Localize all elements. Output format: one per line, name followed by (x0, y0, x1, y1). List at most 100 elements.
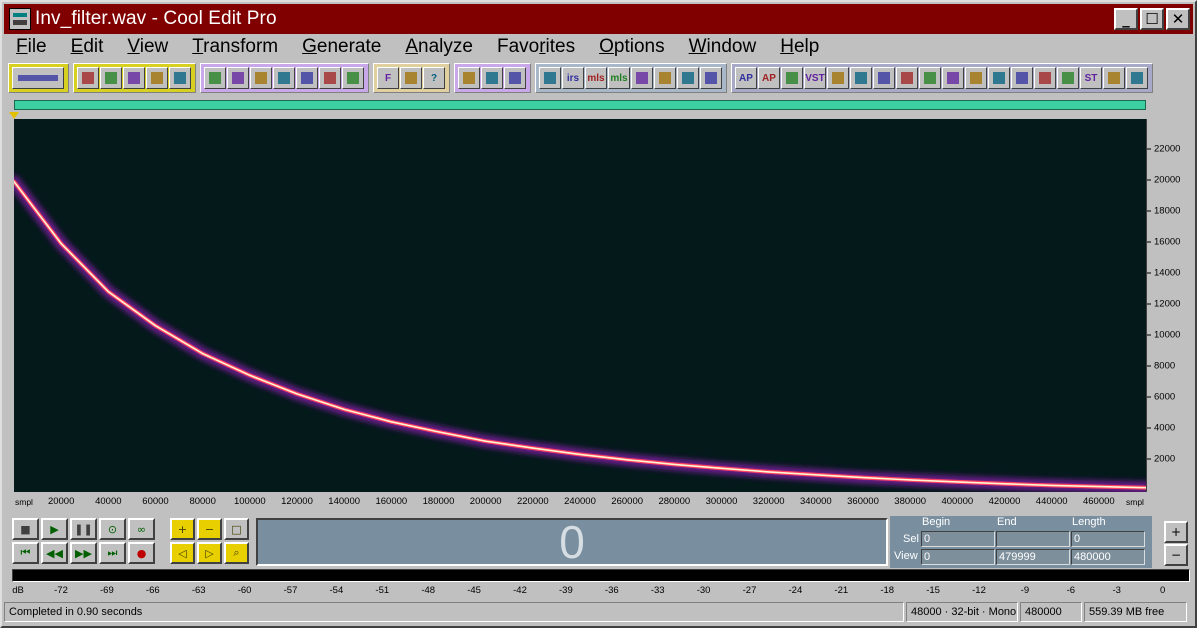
level-tick-label: -3 (1112, 585, 1121, 596)
vst-icon[interactable]: VST (804, 67, 826, 89)
window-title: Inv_filter.wav - Cool Edit Pro (35, 8, 277, 29)
goto-start-icon[interactable]: ⏮ (12, 542, 39, 564)
paste-icon[interactable] (250, 67, 272, 89)
bomb-icon[interactable] (1011, 67, 1033, 89)
close-button[interactable]: ✕ (1166, 8, 1190, 30)
sel-end-field[interactable] (996, 531, 1070, 547)
status-message: Completed in 0.90 seconds (4, 602, 904, 622)
start-marker[interactable] (9, 112, 19, 119)
save-all-icon[interactable] (169, 67, 191, 89)
fast-forward-icon[interactable]: ▶▶ (70, 542, 97, 564)
script2-icon[interactable] (654, 67, 676, 89)
menu-analyze[interactable]: Analyze (393, 36, 485, 58)
mark-icon[interactable] (700, 67, 722, 89)
view-length-field[interactable]: 480000 (1071, 549, 1145, 565)
mls-icon[interactable]: mls (585, 67, 607, 89)
zoom-selection-icon[interactable]: ⌕ (224, 542, 249, 564)
x-unit-left: smpl (15, 497, 33, 507)
chorus-icon[interactable] (965, 67, 987, 89)
sel-begin-field[interactable]: 0 (921, 531, 995, 547)
stop-icon[interactable]: ■ (12, 518, 39, 540)
zoom-full-icon[interactable] (504, 67, 526, 89)
menu-help[interactable]: Help (768, 36, 831, 58)
zoom-in-vertical-icon[interactable]: + (1164, 521, 1188, 543)
menu-edit[interactable]: Edit (59, 36, 116, 58)
end-header: End (997, 516, 1017, 528)
maximize-button[interactable]: ☐ (1140, 8, 1164, 30)
goto-end-icon[interactable]: ⏭ (99, 542, 126, 564)
eq-icon[interactable] (919, 67, 941, 89)
sample-axis: smpl 20000 40000 60000 80000 100000 120000 1400… (14, 494, 1146, 508)
pause-icon[interactable]: ❚❚ (70, 518, 97, 540)
cross-icon[interactable] (827, 67, 849, 89)
irs-icon[interactable]: irs (562, 67, 584, 89)
waveform-view-icon[interactable] (12, 67, 64, 89)
play-icon[interactable]: ▶ (41, 518, 68, 540)
menu-options[interactable]: Options (587, 36, 676, 58)
title-bar[interactable]: Inv_filter.wav - Cool Edit Pro _ ☐ ✕ (4, 4, 1193, 34)
zoom-full-icon[interactable]: □ (224, 518, 249, 540)
stereo-icon[interactable] (988, 67, 1010, 89)
ap-icon[interactable]: AP (735, 67, 757, 89)
zoom-sel-icon[interactable] (481, 67, 503, 89)
echo-icon[interactable] (781, 67, 803, 89)
script-icon[interactable] (400, 67, 422, 89)
x-tick-label: 20000 (47, 496, 75, 507)
save-icon[interactable] (123, 67, 145, 89)
save-as-icon[interactable] (146, 67, 168, 89)
sine-icon[interactable] (1103, 67, 1125, 89)
copy-icon[interactable] (227, 67, 249, 89)
sweep-icon[interactable] (850, 67, 872, 89)
dot-icon[interactable] (1057, 67, 1079, 89)
zoom-right-icon[interactable]: ▷ (197, 542, 222, 564)
cut-icon[interactable] (204, 67, 226, 89)
cd-icon[interactable] (342, 67, 364, 89)
level-tick-label: -72 (54, 585, 68, 596)
trim-icon[interactable] (319, 67, 341, 89)
x-tick-label: 100000 (233, 496, 266, 507)
y-tick-label: 4000 (1147, 423, 1175, 434)
overview-bar[interactable] (14, 100, 1146, 110)
open-file-icon[interactable] (100, 67, 122, 89)
zoom-in-icon[interactable]: + (170, 518, 195, 540)
mls2-icon[interactable]: mls (608, 67, 630, 89)
help-icon[interactable]: ? (423, 67, 445, 89)
view-end-field[interactable]: 479999 (996, 549, 1070, 565)
envelope-icon[interactable] (677, 67, 699, 89)
y-tick-label: 22000 (1147, 144, 1180, 155)
selection-panel: Begin End Length Sel 0 0 View 0 479999 4… (890, 516, 1152, 568)
rewind-icon[interactable]: ◀◀ (41, 542, 68, 564)
menu-view[interactable]: View (115, 36, 180, 58)
new-file-icon[interactable] (77, 67, 99, 89)
st-icon[interactable]: ST (1080, 67, 1102, 89)
play-to-end-icon[interactable]: ⊙ (99, 518, 126, 540)
zoom-out-vertical-icon[interactable]: − (1164, 544, 1188, 566)
toolbar-group (73, 63, 196, 93)
pitch-icon[interactable] (942, 67, 964, 89)
zoom-out-icon[interactable]: − (197, 518, 222, 540)
stats-icon[interactable] (539, 67, 561, 89)
menu-transform[interactable]: Transform (180, 36, 290, 58)
minimize-button[interactable]: _ (1114, 8, 1138, 30)
app-icon[interactable] (9, 8, 31, 30)
record-icon[interactable]: ● (128, 542, 155, 564)
menu-window[interactable]: Window (677, 36, 769, 58)
loop-icon[interactable]: ∞ (128, 518, 155, 540)
amp-icon[interactable] (1034, 67, 1056, 89)
menu-favorites[interactable]: Favorites (485, 36, 587, 58)
spectral-view-icon[interactable] (458, 67, 480, 89)
brain-icon[interactable] (1126, 67, 1148, 89)
mix-paste-icon[interactable] (296, 67, 318, 89)
tf-icon[interactable] (896, 67, 918, 89)
ap2-icon[interactable]: AP (758, 67, 780, 89)
noise-icon[interactable] (873, 67, 895, 89)
favorites-icon[interactable]: F (377, 67, 399, 89)
view-begin-field[interactable]: 0 (921, 549, 995, 565)
vu-icon[interactable] (631, 67, 653, 89)
sel-length-field[interactable]: 0 (1071, 531, 1145, 547)
menu-generate[interactable]: Generate (290, 36, 393, 58)
zoom-left-icon[interactable]: ◁ (170, 542, 195, 564)
spectral-view[interactable] (8, 119, 1152, 494)
paste-new-icon[interactable] (273, 67, 295, 89)
menu-file[interactable]: File (4, 36, 59, 58)
